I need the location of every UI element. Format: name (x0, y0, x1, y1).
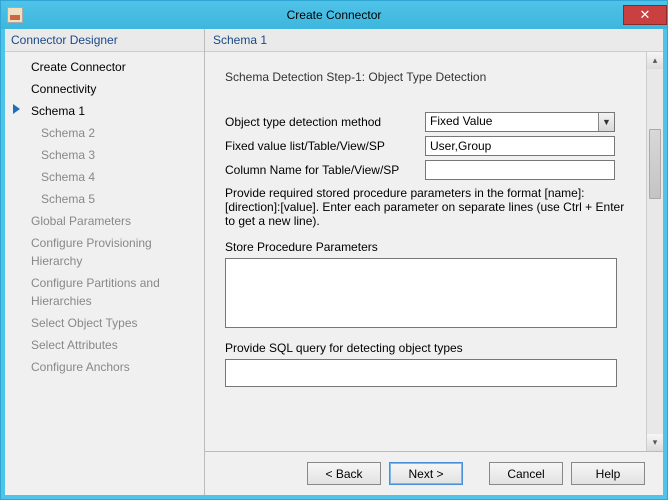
main-header: Schema 1 (205, 29, 663, 52)
label-fixed-list: Fixed value list/Table/View/SP (225, 139, 425, 153)
nav-configure-provisioning-hierarchy[interactable]: Configure Provisioning Hierarchy (5, 232, 204, 272)
step-title: Schema Detection Step-1: Object Type Det… (225, 70, 632, 84)
nav-schema-1[interactable]: Schema 1 (5, 100, 204, 122)
nav-connectivity[interactable]: Connectivity (5, 78, 204, 100)
app-icon (7, 7, 23, 23)
window-frame: Create Connector ✕ Connector Designer Cr… (0, 0, 668, 500)
nav-schema-3[interactable]: Schema 3 (5, 144, 204, 166)
cancel-button[interactable]: Cancel (489, 462, 563, 485)
detection-method-select[interactable]: Fixed Value ▼ (425, 112, 615, 132)
label-column-name: Column Name for Table/View/SP (225, 163, 425, 177)
scroll-down-icon[interactable]: ▾ (647, 434, 663, 451)
nav-schema-2[interactable]: Schema 2 (5, 122, 204, 144)
back-button[interactable]: < Back (307, 462, 381, 485)
wizard-footer: < Back Next > Cancel Help (205, 451, 663, 495)
chevron-down-icon: ▼ (598, 113, 614, 131)
nav-schema-5[interactable]: Schema 5 (5, 188, 204, 210)
nav-configure-partitions-hierarchies[interactable]: Configure Partitions and Hierarchies (5, 272, 204, 312)
row-column-name: Column Name for Table/View/SP (225, 160, 632, 180)
column-name-input[interactable] (425, 160, 615, 180)
label-sql-query: Provide SQL query for detecting object t… (225, 341, 632, 355)
row-detection-method: Object type detection method Fixed Value… (225, 112, 632, 132)
sidebar-items: Create Connector Connectivity Schema 1 S… (5, 52, 204, 382)
main-panel: Schema 1 Schema Detection Step-1: Object… (205, 29, 663, 495)
nav-select-object-types[interactable]: Select Object Types (5, 312, 204, 334)
sql-query-textarea[interactable] (225, 359, 617, 387)
close-button[interactable]: ✕ (623, 5, 667, 25)
sidebar: Connector Designer Create Connector Conn… (5, 29, 205, 495)
help-button[interactable]: Help (571, 462, 645, 485)
nav-schema-4[interactable]: Schema 4 (5, 166, 204, 188)
help-text: Provide required stored procedure parame… (225, 186, 632, 228)
fixed-list-input[interactable] (425, 136, 615, 156)
nav-global-parameters[interactable]: Global Parameters (5, 210, 204, 232)
titlebar[interactable]: Create Connector ✕ (1, 1, 667, 29)
nav-configure-anchors[interactable]: Configure Anchors (5, 356, 204, 378)
content-area: Connector Designer Create Connector Conn… (1, 29, 667, 499)
scroll-up-icon[interactable]: ▴ (647, 52, 663, 69)
nav-select-attributes[interactable]: Select Attributes (5, 334, 204, 356)
row-fixed-list: Fixed value list/Table/View/SP (225, 136, 632, 156)
main-body: Schema Detection Step-1: Object Type Det… (205, 52, 646, 451)
label-detection-method: Object type detection method (225, 115, 425, 129)
window-title: Create Connector (1, 8, 667, 22)
next-button[interactable]: Next > (389, 462, 463, 485)
sidebar-header: Connector Designer (5, 29, 204, 52)
scroll-track[interactable] (647, 69, 663, 434)
nav-create-connector[interactable]: Create Connector (5, 56, 204, 78)
main-body-wrap: Schema Detection Step-1: Object Type Det… (205, 52, 663, 451)
sp-params-textarea[interactable] (225, 258, 617, 328)
close-icon: ✕ (640, 7, 651, 23)
detection-method-value: Fixed Value (426, 113, 598, 131)
scroll-thumb[interactable] (649, 129, 661, 199)
label-sp-params: Store Procedure Parameters (225, 240, 632, 254)
vertical-scrollbar[interactable]: ▴ ▾ (646, 52, 663, 451)
